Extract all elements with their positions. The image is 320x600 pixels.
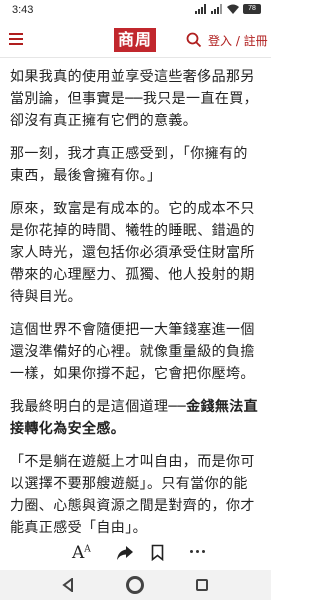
font-size-label: A: [72, 543, 85, 563]
share-icon[interactable]: [116, 545, 134, 561]
battery-icon: 78: [243, 4, 261, 14]
menu-icon[interactable]: [9, 33, 23, 45]
search-icon[interactable]: [186, 32, 202, 48]
app-header: 商周 登入 / 註冊: [0, 22, 271, 58]
article-paragraph: 「不是躺在遊艇上才叫自由，而是你可以選擇不要那艘遊艇」。只有當你的能力圈、心態與…: [10, 454, 255, 535]
article-paragraph: 原來，致富是有成本的。它的成本不只是你花掉的時間、犧牲的睡眠、錯過的家人時光，還…: [10, 201, 255, 305]
home-icon[interactable]: [126, 576, 144, 594]
status-time: 3:43: [12, 4, 34, 16]
signal-icon: [195, 4, 206, 14]
paragraph-lead: 我最終明白的是這個道理──: [10, 399, 187, 415]
login-link[interactable]: 登入 / 註冊: [208, 32, 268, 49]
article-toolbar: AA: [0, 535, 271, 570]
signal-icon-2: [211, 4, 222, 14]
article-paragraph: 這個世界不會隨便把一大筆錢塞進一個還沒準備好的心裡。就像重量級的負擔一樣，如果你…: [10, 322, 255, 382]
recent-apps-icon[interactable]: [196, 579, 208, 591]
brand-logo[interactable]: 商周: [114, 28, 156, 52]
status-bar: 3:43 78: [0, 0, 271, 22]
article-paragraph: 那一刻，我才真正感受到，「你擁有的東西，最後會擁有你。」: [10, 146, 248, 184]
article-paragraph: 我最終明白的是這個道理──金錢無法直接轉化為安全感。: [10, 396, 261, 440]
more-options-icon[interactable]: [190, 550, 205, 553]
article-body: 如果我真的使用並享受這些奢侈品那另當別論，但事實是──我只是一直在買，卻沒有真正…: [0, 58, 271, 535]
system-nav-bar: [0, 570, 271, 600]
font-size-button[interactable]: AA: [72, 543, 91, 563]
article-paragraph: 如果我真的使用並享受這些奢侈品那另當別論，但事實是──我只是一直在買，卻沒有真正…: [10, 69, 259, 129]
font-size-sup: A: [84, 544, 91, 555]
wifi-icon: [227, 4, 239, 14]
back-icon[interactable]: [62, 578, 74, 592]
bookmark-icon[interactable]: [151, 544, 164, 561]
status-icons: 78: [195, 4, 261, 14]
